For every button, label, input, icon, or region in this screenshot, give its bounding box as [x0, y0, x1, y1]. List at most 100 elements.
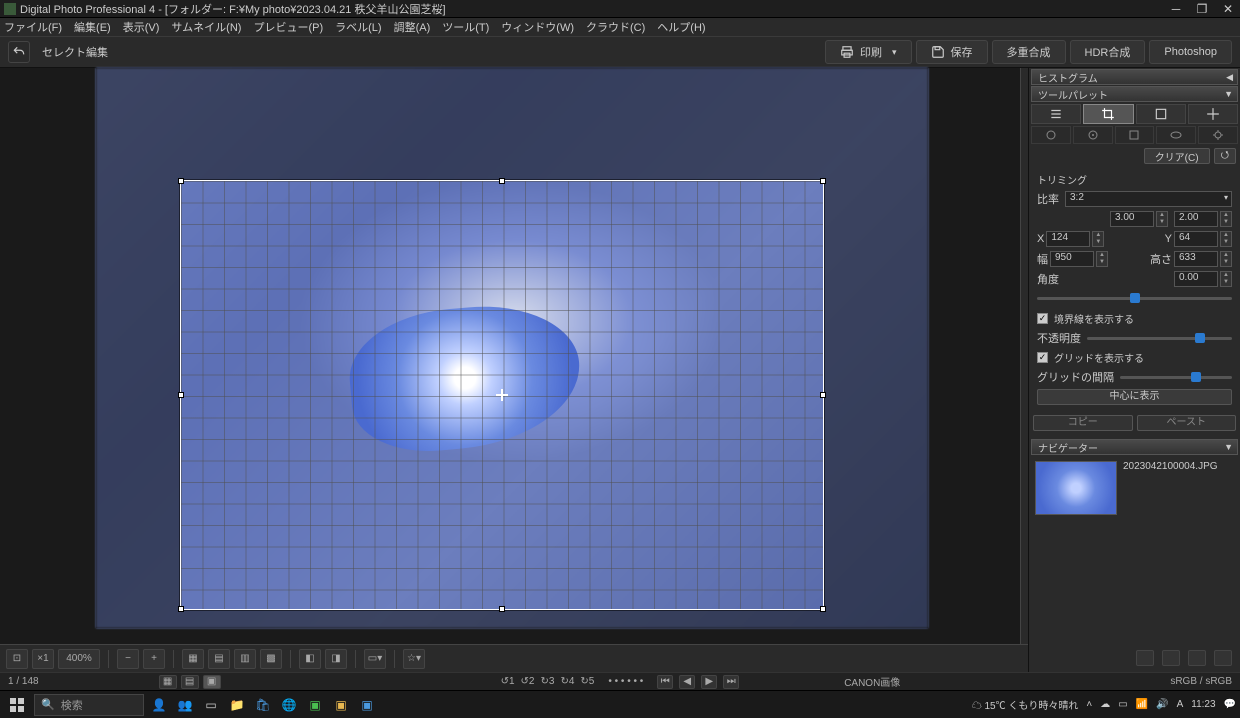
width-spinner[interactable]: ▲▼: [1096, 251, 1108, 267]
panel-edge[interactable]: [1020, 68, 1028, 644]
menu-label[interactable]: ラベル(L): [335, 19, 381, 35]
back-button[interactable]: [8, 41, 30, 63]
ratio-select[interactable]: 3:2: [1065, 191, 1232, 207]
sub-tab-3[interactable]: [1115, 126, 1155, 144]
nav-prev-button[interactable]: ◀: [679, 675, 695, 689]
x-input[interactable]: 124: [1046, 231, 1090, 247]
rating-button[interactable]: ☆▾: [403, 649, 425, 669]
angle-input[interactable]: 0.00: [1174, 271, 1218, 287]
start-button[interactable]: [4, 694, 30, 716]
y-input[interactable]: 64: [1174, 231, 1218, 247]
menu-preview[interactable]: プレビュー(P): [253, 19, 323, 35]
crop-handle-bm[interactable]: [499, 606, 505, 612]
height-input[interactable]: 633: [1174, 251, 1218, 267]
view-list-button[interactable]: ▤: [181, 675, 199, 689]
opacity-slider[interactable]: [1087, 331, 1232, 345]
sub-tab-4[interactable]: [1156, 126, 1196, 144]
quad-view-button[interactable]: ▩: [260, 649, 282, 669]
tray-up-icon[interactable]: ˄: [1086, 699, 1092, 710]
taskbar-taskview[interactable]: ▭: [200, 694, 222, 716]
taskbar-edge[interactable]: 🌐: [278, 694, 300, 716]
fit-button[interactable]: ⊡: [6, 649, 28, 669]
angle-slider[interactable]: [1037, 291, 1232, 305]
ratio-h-spinner[interactable]: ▲▼: [1220, 211, 1232, 227]
ratio-h-input[interactable]: 2.00: [1174, 211, 1218, 227]
center-button[interactable]: 中心に表示: [1037, 389, 1232, 405]
taskbar-dpp[interactable]: ▣: [330, 694, 352, 716]
tray-volume-icon[interactable]: 🔊: [1156, 699, 1168, 710]
menu-window[interactable]: ウィンドウ(W): [501, 19, 574, 35]
paste-button[interactable]: ペースト: [1137, 415, 1237, 431]
zoom-level-button[interactable]: 400%: [58, 649, 100, 669]
sub-tab-2[interactable]: [1073, 126, 1113, 144]
tool-tab-adjust[interactable]: [1031, 104, 1081, 124]
rotate-1[interactable]: ↺1: [501, 676, 515, 687]
ratio-w-spinner[interactable]: ▲▼: [1156, 211, 1168, 227]
navigator-header[interactable]: ナビゲーター ▼: [1031, 439, 1238, 455]
rotate-5[interactable]: ↻5: [580, 676, 594, 687]
print-button[interactable]: 印刷: [825, 40, 912, 64]
crop-handle-mr[interactable]: [820, 392, 826, 398]
rotate-3[interactable]: ↻3: [541, 676, 555, 687]
screen-icon-2[interactable]: [1162, 650, 1180, 666]
navigator-thumbnail[interactable]: [1035, 461, 1117, 515]
taskbar-search[interactable]: 🔍 検索: [34, 694, 144, 716]
nav-first-button[interactable]: ⏮: [657, 675, 673, 689]
rotate-4[interactable]: ↻4: [560, 676, 574, 687]
maximize-button[interactable]: ❐: [1194, 2, 1210, 16]
x-spinner[interactable]: ▲▼: [1092, 231, 1104, 247]
sub-tab-1[interactable]: [1031, 126, 1071, 144]
compare2-button[interactable]: ◨: [325, 649, 347, 669]
reset-button[interactable]: ⭯: [1214, 148, 1236, 164]
nav-last-button[interactable]: ⏭: [723, 675, 739, 689]
grid-spacing-slider[interactable]: [1120, 370, 1232, 384]
info-button[interactable]: ▭▾: [364, 649, 386, 669]
menu-thumbnail[interactable]: サムネイル(N): [171, 19, 241, 35]
crop-handle-tm[interactable]: [499, 178, 505, 184]
ratio-w-input[interactable]: 3.00: [1110, 211, 1154, 227]
taskbar-app-1[interactable]: 👤: [148, 694, 170, 716]
crop-handle-tr[interactable]: [820, 178, 826, 184]
save-button[interactable]: 保存: [916, 40, 988, 64]
zoom-1x-button[interactable]: ×1: [32, 649, 54, 669]
crop-handle-br[interactable]: [820, 606, 826, 612]
close-button[interactable]: ✕: [1220, 2, 1236, 16]
menu-view[interactable]: 表示(V): [123, 19, 160, 35]
copy-button[interactable]: コピー: [1033, 415, 1133, 431]
tray-cloud-icon[interactable]: ☁: [1100, 699, 1110, 710]
grid-view-button[interactable]: ▦: [182, 649, 204, 669]
menu-help[interactable]: ヘルプ(H): [657, 19, 705, 35]
compare-button[interactable]: ◧: [299, 649, 321, 669]
taskbar-store[interactable]: 🛍: [252, 694, 274, 716]
view-grid-button[interactable]: ▦: [159, 675, 177, 689]
tray-ime-icon[interactable]: A: [1177, 699, 1184, 710]
menu-edit[interactable]: 編集(E): [74, 19, 111, 35]
menu-file[interactable]: ファイル(F): [4, 19, 62, 35]
menu-adjust[interactable]: 調整(A): [394, 19, 431, 35]
tray-notification-icon[interactable]: 💬: [1224, 699, 1236, 710]
nav-next-button[interactable]: ▶: [701, 675, 717, 689]
clear-button[interactable]: クリア(C): [1144, 148, 1210, 164]
tool-tab-lens[interactable]: [1136, 104, 1186, 124]
y-spinner[interactable]: ▲▼: [1220, 231, 1232, 247]
zoom-out-button[interactable]: −: [117, 649, 139, 669]
show-grid-checkbox[interactable]: ✓: [1037, 352, 1048, 363]
camera-icon[interactable]: [1214, 650, 1232, 666]
menu-tool[interactable]: ツール(T): [442, 19, 489, 35]
crop-box[interactable]: [180, 180, 824, 610]
screen-icon-1[interactable]: [1136, 650, 1154, 666]
crop-center-icon[interactable]: [496, 389, 508, 401]
view-single-button[interactable]: ▣: [203, 675, 221, 689]
angle-spinner[interactable]: ▲▼: [1220, 271, 1232, 287]
photoshop-button[interactable]: Photoshop: [1149, 40, 1232, 64]
crop-handle-tl[interactable]: [178, 178, 184, 184]
histogram-header[interactable]: ヒストグラム ◀: [1031, 69, 1238, 85]
taskbar-app-3[interactable]: ▣: [304, 694, 326, 716]
taskbar-app-2[interactable]: 👥: [174, 694, 196, 716]
tray-wifi-icon[interactable]: 📶: [1136, 699, 1148, 710]
crop-handle-bl[interactable]: [178, 606, 184, 612]
show-border-checkbox[interactable]: ✓: [1037, 313, 1048, 324]
taskbar-app-4[interactable]: ▣: [356, 694, 378, 716]
weather-widget[interactable]: ☁ 15℃ くもり時々晴れ: [972, 697, 1079, 712]
width-input[interactable]: 950: [1050, 251, 1094, 267]
